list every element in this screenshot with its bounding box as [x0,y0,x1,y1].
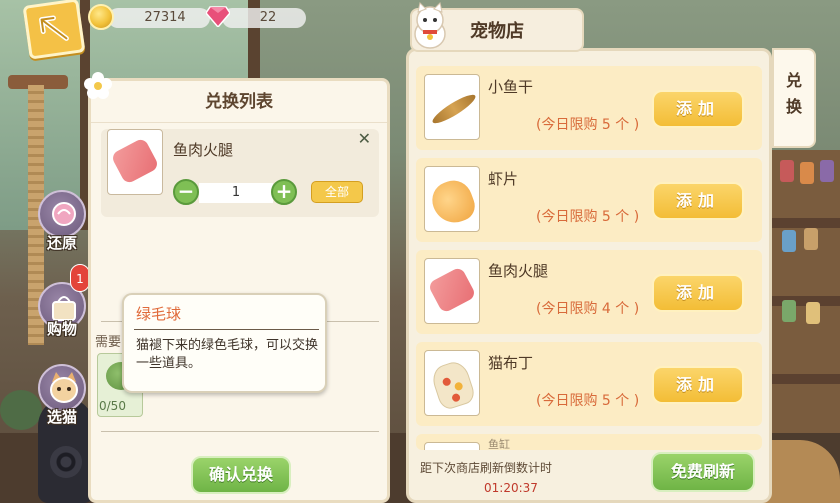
exchange-item-thumbnail [107,129,163,195]
shop-item-row: 小鱼干 (今日限购 5 个 ) 添加 [416,66,762,150]
shelf-jar [820,160,834,182]
add-item-button[interactable]: 添加 [652,366,744,404]
gem-icon [206,6,230,27]
quantity-value[interactable]: 1 [199,183,273,203]
restore-button[interactable] [38,190,86,238]
side-nav-label-shopping: 购物 [46,320,77,338]
select-all-button[interactable]: 全部 [311,181,363,203]
shop-item-name: 虾片 [488,170,519,188]
exchange-item-card: 鱼肉火腿 ✕ − 1 + 全部 [101,129,379,217]
shrimp-chip-icon [427,175,479,229]
shop-item-thumbnail [424,166,480,232]
exchange-tab-label: 兑换 [785,71,802,116]
confirm-exchange-button[interactable]: 确认兑换 [191,456,291,494]
tooltip-divider [134,329,319,330]
back-arrow-icon [39,15,69,41]
add-item-button[interactable]: 添加 [652,274,744,312]
shop-item-name: 鱼缸 [488,438,510,450]
shop-item-row: 虾片 (今日限购 5 个 ) 添加 [416,158,762,242]
free-refresh-button[interactable]: 免费刷新 [651,452,755,492]
fish-ham-icon [110,137,160,185]
lucky-cat-icon [414,2,446,49]
need-label: 需要 [95,335,122,350]
tooltip-title: 绿毛球 [136,305,182,323]
shop-item-limit: (今日限购 4 个 ) [536,301,640,317]
cat-eye [50,446,82,478]
shop-item-name: 鱼肉火腿 [488,262,549,280]
gem-amount: 22 [259,10,277,25]
shop-item-limit: (今日限购 5 个 ) [536,393,640,409]
quantity-increase-button[interactable]: + [271,179,297,205]
coin-counter: 27314 [108,8,210,28]
refresh-countdown-timer: 01:20:37 [484,481,538,495]
shop-item-row: 鱼肉火腿 (今日限购 4 个 ) 添加 [416,250,762,334]
required-material-count: 0/50 [99,399,126,413]
exchange-item-name: 鱼肉火腿 [173,141,234,159]
add-item-button[interactable]: 添加 [652,182,744,220]
shop-item-thumbnail [424,442,480,450]
shop-item-row-partial: 鱼缸 [416,434,762,450]
tooltip-description: 猫褪下来的绿色毛球，可以交换一些道具。 [136,338,319,371]
cat-pudding-icon [429,358,477,412]
refresh-countdown-label: 距下次商店刷新倒数计时 [420,461,553,475]
shelf-jar [780,160,794,182]
shop-item-thumbnail [424,74,480,140]
add-item-button[interactable]: 添加 [652,90,744,128]
shelf-jar [804,228,818,250]
shop-item-name: 小鱼干 [488,78,534,96]
back-button[interactable] [22,0,86,60]
quantity-decrease-button[interactable]: − [173,179,199,205]
coin-icon [88,4,114,30]
choose-cat-button[interactable] [38,364,86,412]
shop-item-limit: (今日限购 5 个 ) [536,117,640,133]
shelf-jar [782,300,796,322]
gem-counter: 22 [222,8,306,28]
exchange-tab[interactable]: 兑换 [772,48,816,148]
shelf-jar [806,302,820,324]
background-shelf [770,150,840,480]
shop-item-name: 猫布丁 [488,354,534,372]
shopping-notification-badge: 1 [70,264,90,292]
shop-item-row: 猫布丁 (今日限购 5 个 ) 添加 [416,342,762,426]
shop-item-thumbnail [424,258,480,324]
background-plant [0,390,42,430]
shelf-jar [782,230,796,252]
shop-item-limit: (今日限购 5 个 ) [536,209,640,225]
item-tooltip: 绿毛球 猫褪下来的绿色毛球，可以交换一些道具。 [122,293,327,393]
shop-item-thumbnail [424,350,480,416]
dried-fish-icon [429,90,479,128]
exchange-list-title: 兑换列表 [91,81,387,123]
remove-item-icon[interactable]: ✕ [358,129,371,148]
side-nav-label-restore: 还原 [46,234,77,252]
side-nav-label-choose-cat: 选猫 [46,408,77,426]
pet-shop-title-text: 宠物店 [470,21,524,42]
fish-ham-icon [427,266,477,314]
coin-amount: 27314 [144,10,186,25]
shelf-jar [800,162,814,184]
exchange-list-panel: 兑换列表 鱼肉火腿 ✕ − 1 + 全部 需要 0/50 确认兑换 [84,72,390,503]
divider [101,431,379,432]
